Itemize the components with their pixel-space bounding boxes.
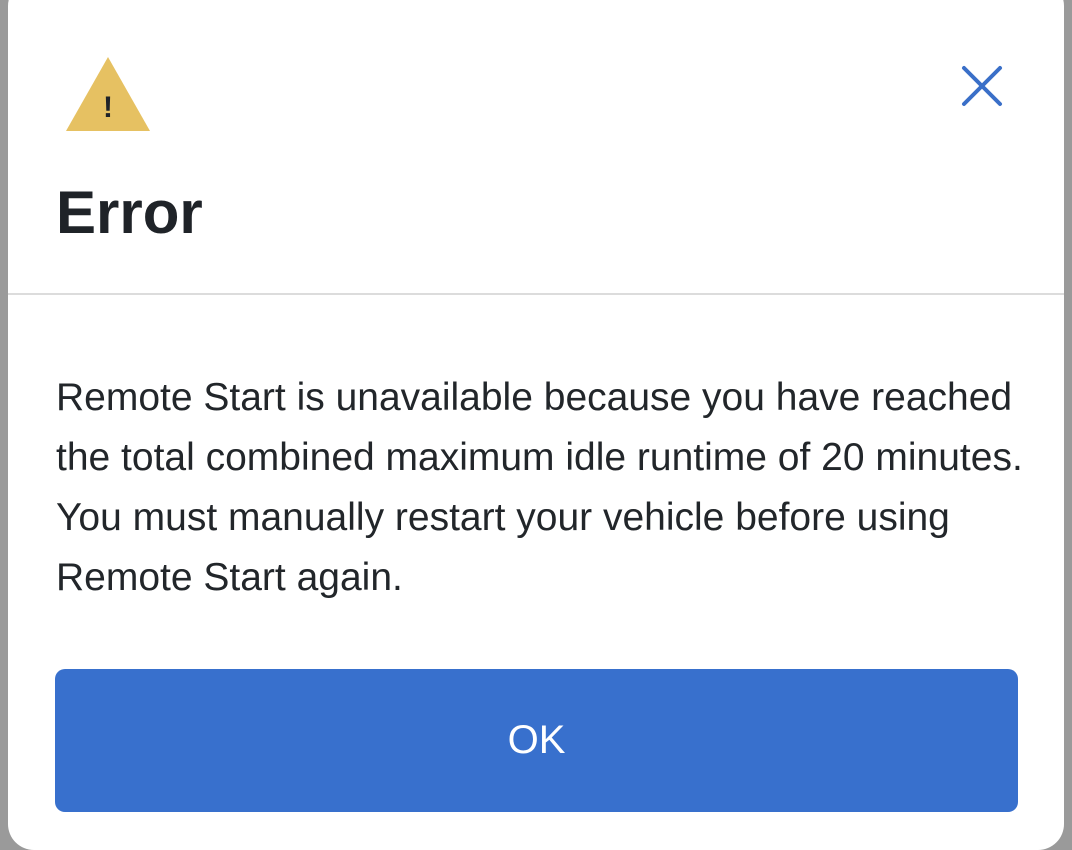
header-divider: [8, 293, 1064, 295]
dialog-title: Error: [56, 179, 203, 246]
ok-button[interactable]: OK: [55, 669, 1018, 812]
warning-glyph: !: [103, 91, 113, 124]
close-button[interactable]: [948, 52, 1016, 120]
dialog-message: Remote Start is unavailable because you …: [56, 376, 1023, 599]
close-icon[interactable]: [948, 52, 1016, 120]
error-dialog: ! Error Remote Start is unavailable beca…: [8, 0, 1064, 850]
warning-icon: !: [64, 55, 152, 133]
